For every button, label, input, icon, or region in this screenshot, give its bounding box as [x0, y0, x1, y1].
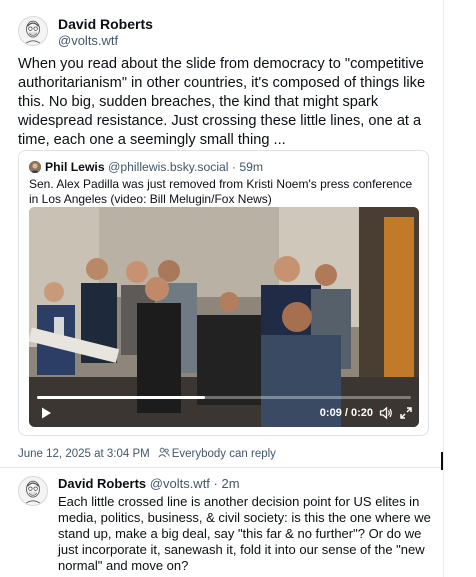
reply-author-avatar[interactable]	[18, 476, 48, 506]
quoted-post[interactable]: Phil Lewis @phillewis.bsky.social · 59m …	[18, 150, 429, 436]
quoted-timestamp[interactable]: 59m	[239, 160, 263, 174]
quoted-author-name[interactable]: Phil Lewis	[45, 160, 105, 174]
quoted-post-text: Sen. Alex Padilla was just removed from …	[29, 177, 413, 206]
video-progress-fill	[37, 396, 206, 399]
reply-body-text: Each little crossed line is another deci…	[58, 494, 431, 573]
quoted-author-handle[interactable]: @phillewis.bsky.social	[108, 160, 229, 174]
reply-setting-label[interactable]: Everybody can reply	[172, 448, 276, 460]
author-display-name[interactable]: David Roberts	[58, 16, 153, 33]
author-avatar[interactable]	[18, 16, 48, 46]
sketch-portrait-avatar-icon	[19, 17, 47, 45]
video-progress-bar[interactable]	[37, 396, 411, 399]
video-controls: 0:09 / 0:20	[29, 393, 419, 427]
video-player[interactable]: 0:09 / 0:20	[29, 207, 419, 427]
post-author[interactable]: David Roberts @volts.wtf	[58, 16, 153, 49]
reply-author-handle[interactable]: @volts.wtf	[150, 476, 210, 491]
scrollbar-thumb[interactable]	[441, 452, 443, 470]
column-border	[443, 0, 444, 577]
post-thread: David Roberts @volts.wtf When you read a…	[0, 0, 443, 577]
reply-author-name[interactable]: David Roberts	[58, 476, 146, 491]
fullscreen-button[interactable]	[399, 406, 413, 420]
portrait-avatar-icon	[29, 161, 41, 173]
reply-separator: ·	[213, 476, 218, 491]
volume-button[interactable]	[379, 406, 393, 420]
quoted-post-header: Phil Lewis @phillewis.bsky.social · 59m	[29, 160, 263, 175]
play-button[interactable]	[39, 406, 53, 420]
post-date[interactable]: June 12, 2025 at 3:04 PM	[18, 448, 150, 460]
post-body-text: When you read about the slide from democ…	[18, 56, 426, 148]
people-icon	[158, 447, 170, 458]
fullscreen-icon	[400, 407, 412, 419]
author-handle[interactable]: @volts.wtf	[58, 33, 153, 49]
quoted-author-avatar[interactable]	[29, 161, 41, 173]
sketch-portrait-avatar-icon	[19, 477, 47, 505]
quoted-separator: ·	[231, 160, 236, 174]
volume-icon	[379, 406, 392, 420]
reply-header: David Roberts @volts.wtf · 2m	[58, 476, 240, 492]
reply-timestamp[interactable]: 2m	[222, 476, 240, 491]
play-icon	[42, 407, 51, 419]
thread-divider	[0, 467, 443, 468]
video-time-readout: 0:09 / 0:20	[319, 407, 373, 419]
post-meta: June 12, 2025 at 3:04 PM Everybody can r…	[18, 447, 276, 461]
